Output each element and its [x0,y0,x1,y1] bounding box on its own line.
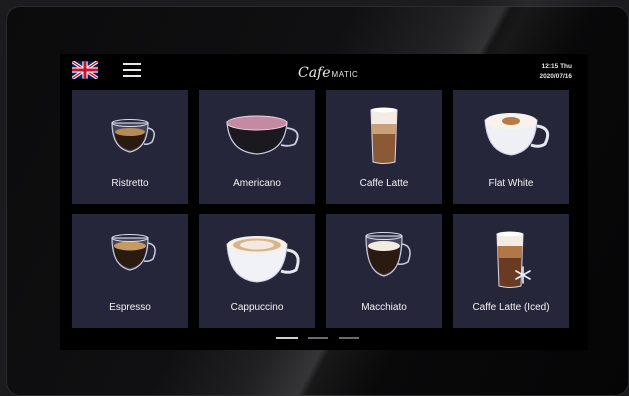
ristretto-cup-icon [111,119,155,153]
latte-glass-icon [370,107,398,164]
drink-label: Espresso [109,302,151,313]
clock-time: 12:15 Thu [541,63,572,70]
brand-logo: CafeMATIC [298,62,358,81]
drink-label: Ristretto [111,178,149,189]
drink-tile-ristretto[interactable]: Ristretto [72,90,188,204]
page-dot-active[interactable] [276,337,298,339]
flat-white-cup-icon [484,113,550,156]
clock: 12:15 Thu 2020/07/16 [539,62,572,82]
brand-suffix: MATIC [331,70,359,79]
page-dot[interactable] [308,337,328,339]
drink-tile-espresso[interactable]: Espresso [72,214,188,328]
drink-tile-caffe-latte[interactable]: Caffe Latte [326,90,442,204]
cappuccino-cup-icon [226,236,300,283]
drink-label: Cappuccino [230,302,284,313]
drink-label: Macchiato [361,302,407,313]
hamburger-menu-icon[interactable] [123,63,141,77]
drink-label: Caffe Latte (Iced) [472,302,550,313]
iced-latte-glass-icon [496,231,531,288]
brand-script: Cafe [298,65,331,81]
touch-screen: CafeMATIC 12:15 Thu 2020/07/16 Ristretto… [60,54,588,350]
top-bar: CafeMATIC 12:15 Thu 2020/07/16 [60,54,588,88]
drink-tile-macchiato[interactable]: Macchiato [326,214,442,328]
drink-tile-caffe-latte-iced[interactable]: Caffe Latte (Iced) [453,214,569,328]
uk-flag-icon[interactable] [72,61,98,79]
espresso-cup-icon [111,234,156,271]
drink-tile-americano[interactable]: Americano [199,90,315,204]
page-dot[interactable] [339,337,359,339]
americano-cup-icon [226,115,299,155]
drink-label: Flat White [488,178,534,189]
drink-tile-flat-white[interactable]: Flat White [453,90,569,204]
macchiato-cup-icon [365,232,411,277]
drink-label: Caffe Latte [359,178,409,189]
clock-date: 2020/07/16 [539,73,572,80]
drink-label: Americano [233,178,281,189]
drink-tile-cappuccino[interactable]: Cappuccino [199,214,315,328]
